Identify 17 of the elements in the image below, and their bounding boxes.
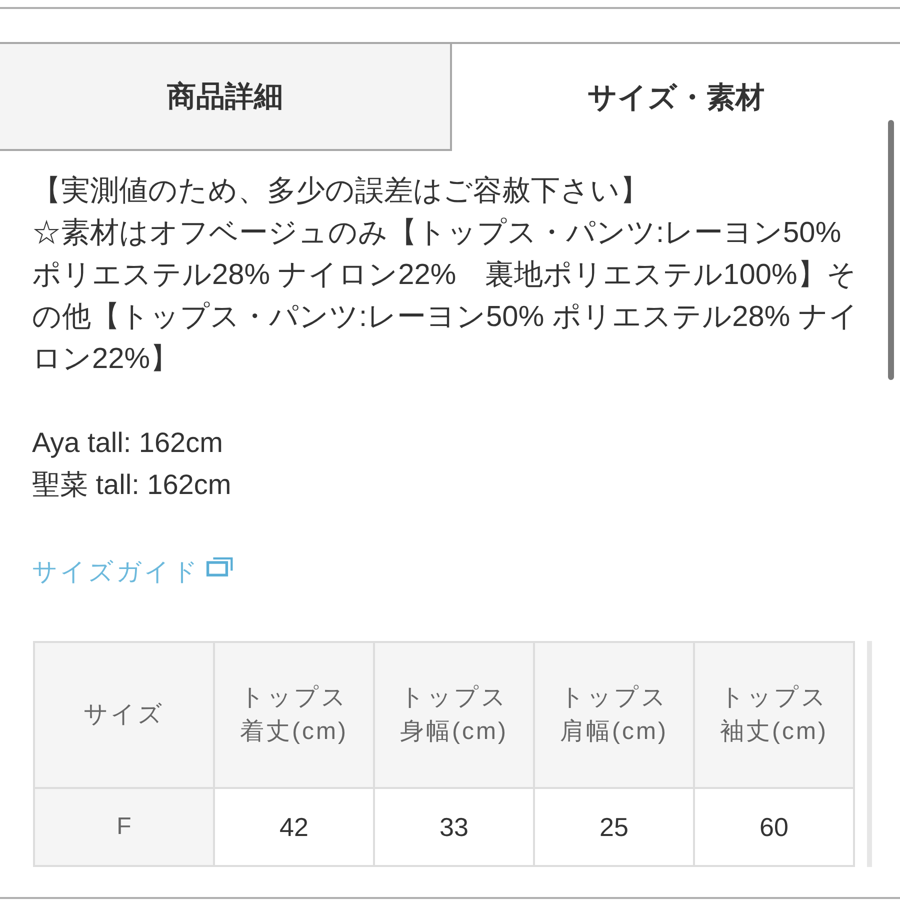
table-cell: 60 (694, 788, 854, 866)
table-cell: 33 (374, 788, 534, 866)
table-header-cell: トップス肩幅(cm) (534, 642, 694, 788)
table-cell: 25 (534, 788, 694, 866)
table-cell: F (34, 788, 214, 866)
model-height-text: Aya tall: 162cm (32, 426, 224, 460)
scrollbar-thumb[interactable] (888, 120, 894, 380)
table-header-cell: サイズ (34, 642, 214, 788)
external-link-icon (206, 557, 233, 577)
note-text: ☆素材はオフベージュのみ【トップス・パンツ:レーヨン50% ポリエステル28% ナイロン22% 裏地ポリエステル100%】その他【トップス・パンツ:レーヨン50% ポリエステル28% ナイロン22%】 (32, 216, 860, 377)
tab[interactable]: 商品詳細 (0, 44, 452, 151)
table-header-cell: トップス着丈(cm) (214, 642, 374, 788)
table-header-cell: トップス袖丈(cm) (694, 642, 854, 788)
note-text: 【実測値のため、多少の誤差はご容赦下さい】 (32, 174, 650, 209)
table-header-cell: トップス身幅(cm) (374, 642, 534, 788)
model-height-text: 聖菜 tall: 162cm (32, 468, 232, 502)
table-cell: 42 (214, 788, 374, 866)
